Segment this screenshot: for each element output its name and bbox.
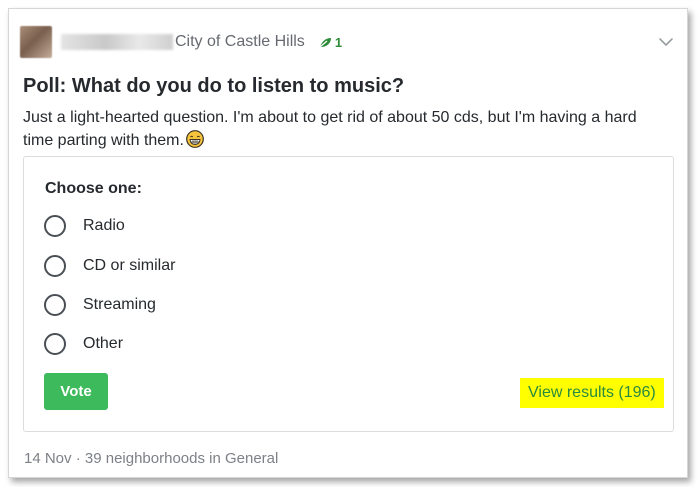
post-date[interactable]: 14 Nov	[24, 450, 72, 467]
helpful-badge: 1	[319, 35, 342, 50]
poll-option-label: Other	[83, 335, 124, 352]
radio-button[interactable]	[44, 255, 66, 277]
neighborhood-link[interactable]: City of Castle Hills	[175, 33, 305, 51]
leaf-icon	[319, 37, 331, 47]
vote-button[interactable]: Vote	[44, 373, 108, 410]
post-body-text: Just a light-hearted question. I'm about…	[23, 109, 637, 149]
audience-link[interactable]: 39 neighborhoods in General	[85, 450, 278, 467]
chevron-down-icon[interactable]	[657, 33, 675, 51]
footer-separator: ·	[75, 450, 81, 467]
post-header: City of Castle Hills 1	[20, 26, 342, 58]
poll-option-other[interactable]: Other	[44, 333, 123, 355]
poll-prompt: Choose one:	[45, 180, 142, 197]
author-name-redacted[interactable]	[61, 34, 173, 50]
post-footer: 14 Nov · 39 neighborhoods in General	[24, 450, 278, 467]
post-body: Just a light-hearted question. I'm about…	[23, 106, 663, 152]
view-results-link[interactable]: View results (196)	[520, 378, 664, 408]
radio-button[interactable]	[44, 294, 66, 316]
post-card: City of Castle Hills 1 Poll: What do you…	[8, 8, 688, 478]
poll-option-label: CD or similar	[83, 257, 176, 274]
poll-option-cd[interactable]: CD or similar	[44, 255, 175, 277]
poll-box: Choose one: Radio CD or similar Streamin…	[23, 156, 674, 432]
poll-option-label: Streaming	[83, 296, 156, 313]
poll-option-streaming[interactable]: Streaming	[44, 294, 156, 316]
badge-count: 1	[334, 34, 343, 50]
poll-option-label: Radio	[83, 217, 125, 234]
poll-option-radio[interactable]: Radio	[44, 215, 125, 237]
radio-button[interactable]	[44, 215, 66, 237]
post-title: Poll: What do you do to listen to music?	[23, 75, 405, 97]
grinning-emoji-icon	[186, 130, 204, 148]
avatar[interactable]	[20, 26, 52, 58]
radio-button[interactable]	[44, 333, 66, 355]
